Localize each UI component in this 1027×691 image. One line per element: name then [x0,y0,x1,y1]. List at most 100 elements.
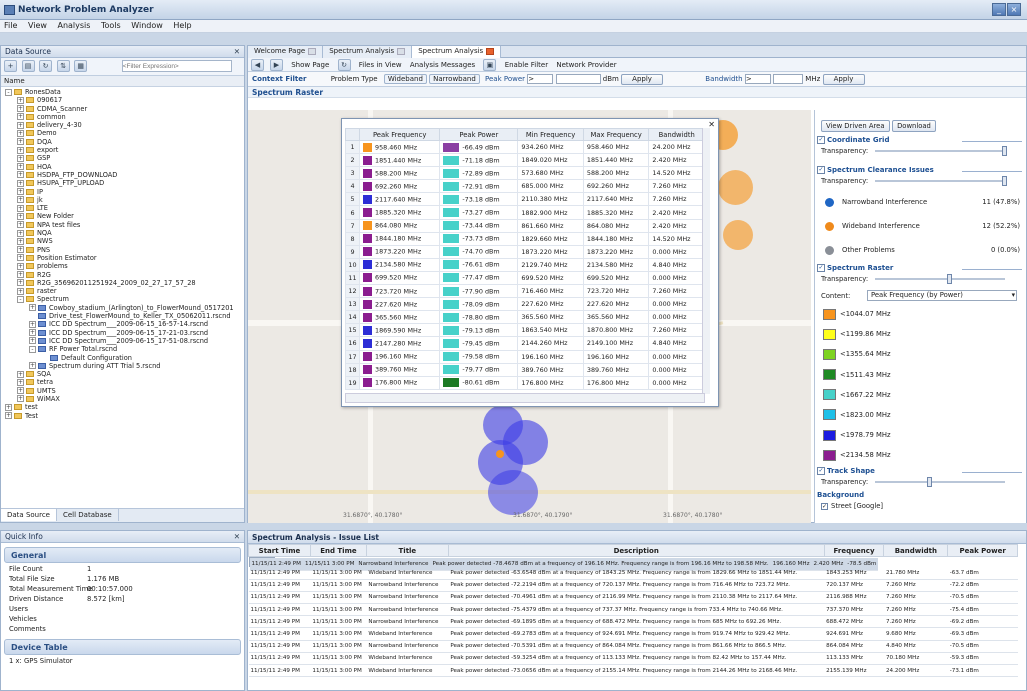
expand-toggle-icon[interactable]: + [17,395,24,403]
peak-row[interactable]: 17 196.160 MHz -79.58 dBm 196.160 MHz 196.16… [345,349,705,364]
forward-icon[interactable]: ▶ [270,59,283,71]
col-bandwidth[interactable]: Bandwidth [648,128,705,141]
refresh-icon[interactable]: ↻ [39,60,53,72]
popup-vertical-scrollbar[interactable] [702,128,710,394]
expand-toggle-icon[interactable]: + [17,171,24,179]
tree-node[interactable]: + ICC DD Spectrum___2009-06-15_17-21-03.r… [1,329,244,337]
checkbox-icon[interactable]: ✓ [817,166,825,174]
enable-filter-button[interactable]: Enable Filter [505,61,548,69]
tree-node[interactable]: + Position Estimator [1,254,244,262]
tree-node[interactable]: + CDMA_Scanner [1,105,244,113]
tree-node[interactable]: + LTE [1,204,244,212]
expand-toggle-icon[interactable]: + [29,320,36,328]
expand-toggle-icon[interactable]: + [17,129,24,137]
spectrum-raster-section[interactable]: ✓ Spectrum Raster [815,264,1026,275]
tree-node[interactable]: + export [1,146,244,154]
tree-node[interactable]: + HOA [1,163,244,171]
tree-node[interactable]: + UMTS [1,387,244,395]
expand-toggle-icon[interactable]: - [17,295,24,303]
peak-row[interactable]: 13 227.620 MHz -78.09 dBm 227.620 MHz 227.62… [345,297,705,312]
download-button[interactable]: Download [892,120,936,132]
tree-node[interactable]: + NQA [1,229,244,237]
tree-node[interactable]: Default Configuration [1,354,244,362]
show-page-button[interactable]: Show Page [291,61,329,69]
tree-node[interactable]: + HSUPA_FTP_UPLOAD [1,179,244,187]
transparency-slider[interactable] [875,176,1008,186]
peak-row[interactable]: 1 958.460 MHz -66.49 dBm 934.260 MHz 958.460… [345,139,705,155]
tree-node[interactable]: + ICC DD Spectrum___2009-06-15_17-51-08.r… [1,337,244,345]
expand-toggle-icon[interactable]: + [17,188,24,196]
tree-node[interactable]: + PNS [1,246,244,254]
issue-row[interactable]: 11/15/11 2:49 PM 11/15/11 3:00 PM Narrowba… [248,640,1018,653]
tree-node[interactable]: + R2G_356962011251924_2009_02_27_17_57_28 [1,279,244,287]
slider-knob[interactable] [1002,146,1008,156]
col-end-time[interactable]: End Time [309,544,367,557]
tree-node[interactable]: + New Folder [1,212,244,220]
tree-node[interactable]: + GSP [1,154,244,162]
issue-row[interactable]: 11/15/11 2:49 PM 11/15/11 3:00 PM Narrowba… [248,591,1018,605]
tree-node[interactable]: + jk [1,196,244,204]
content-select[interactable]: Peak Frequency (by Power) ▾ [867,290,1017,301]
checkbox-icon[interactable]: ✓ [817,136,825,144]
popup-horizontal-scrollbar[interactable] [345,393,705,403]
apply-peak-power-button[interactable]: Apply [621,74,664,85]
expand-toggle-icon[interactable]: + [17,154,24,162]
background-layer-row[interactable]: ✓ Street [Google] [815,502,1026,510]
issue-row[interactable]: 11/15/11 2:49 PM 11/15/11 3:00 PM Narrowba… [248,603,1018,617]
peak-row[interactable]: 11 699.520 MHz -77.47 dBm 699.520 MHz 699.52… [345,270,705,286]
tree-node[interactable]: + SQA [1,370,244,378]
tree-node[interactable]: + NPA test files [1,221,244,229]
bandwidth-operator-select[interactable]: > [744,74,771,84]
clearance-issues-section[interactable]: ✓ Spectrum Clearance Issues [815,166,1026,177]
peak-row[interactable]: 8 1844.180 MHz -73.73 dBm 1829.660 MHz 1844.… [345,231,705,246]
sort-icon[interactable]: ⇅ [56,60,70,72]
tree-node[interactable]: + HSDPA_FTP_DOWNLOAD [1,171,244,179]
col-max-frequency[interactable]: Max Frequency [582,128,650,141]
view-icon[interactable]: ▦ [74,60,88,72]
tree-node[interactable]: - Spectrum [1,295,244,303]
peak-power-operator-select[interactable]: > [527,74,554,84]
expand-toggle-icon[interactable]: + [17,287,24,295]
expand-toggle-icon[interactable]: + [17,221,24,229]
expand-toggle-icon[interactable]: + [17,179,24,187]
expand-toggle-icon[interactable]: + [17,113,24,121]
expand-toggle-icon[interactable]: + [17,279,24,287]
col-frequency[interactable]: Frequency [823,544,885,557]
issue-row[interactable]: 11/15/11 2:49 PM 11/15/11 3:00 PM Narrowba… [248,557,879,571]
add-icon[interactable]: + [4,60,17,72]
peak-row[interactable]: 4 692.260 MHz -72.91 dBm 685.000 MHz 692.260… [345,179,705,194]
issue-row[interactable]: 11/15/11 2:49 PM 11/15/11 3:00 PM Wideband… [248,664,1018,678]
expand-toggle-icon[interactable]: + [17,146,24,154]
expand-toggle-icon[interactable]: - [5,88,12,96]
tree-node[interactable]: + IP [1,188,244,196]
tree-node[interactable]: + R2G [1,271,244,279]
expand-toggle-icon[interactable]: + [17,196,24,204]
peak-row[interactable]: 3 588.200 MHz -72.89 dBm 573.680 MHz 588.200… [345,166,705,181]
filter-expression-input[interactable] [121,60,232,72]
tab-close-icon[interactable] [486,47,495,55]
tree-node[interactable]: Drive_test_FlowerMound_to_Keller_TX_0506… [1,312,244,320]
apply-bandwidth-button[interactable]: Apply [822,74,865,85]
panel-close-icon[interactable]: ✕ [234,47,240,56]
col-peak-power[interactable]: Peak Power [439,128,519,141]
close-window-button[interactable]: × [1007,3,1021,16]
expand-toggle-icon[interactable]: + [17,121,24,129]
tab-close-icon[interactable] [397,47,406,55]
view-driven-area-button[interactable]: View Driven Area [821,120,890,132]
tree-node[interactable]: + common [1,113,244,121]
expand-toggle-icon[interactable]: + [17,163,24,171]
peak-row[interactable]: 6 1885.320 MHz -73.27 dBm 1882.900 MHz 1885.… [345,205,705,220]
tree-node[interactable]: + delivery_4-30 [1,121,244,129]
expand-toggle-icon[interactable]: + [29,304,36,312]
coordinate-grid-section[interactable]: ✓ Coordinate Grid [815,136,1026,147]
menu-view[interactable]: View [24,20,51,31]
tree-node[interactable]: + raster [1,287,244,295]
expand-toggle-icon[interactable]: + [17,204,24,212]
expand-toggle-icon[interactable]: + [17,271,24,279]
back-icon[interactable]: ◀ [251,59,264,71]
checkbox-icon[interactable]: ✓ [817,466,825,475]
transparency-slider[interactable] [875,146,1008,156]
peak-row[interactable]: 2 1851.440 MHz -71.18 dBm 1849.020 MHz 1851.… [345,153,705,168]
col-bandwidth[interactable]: Bandwidth [883,544,949,557]
expand-toggle-icon[interactable]: + [5,412,12,420]
